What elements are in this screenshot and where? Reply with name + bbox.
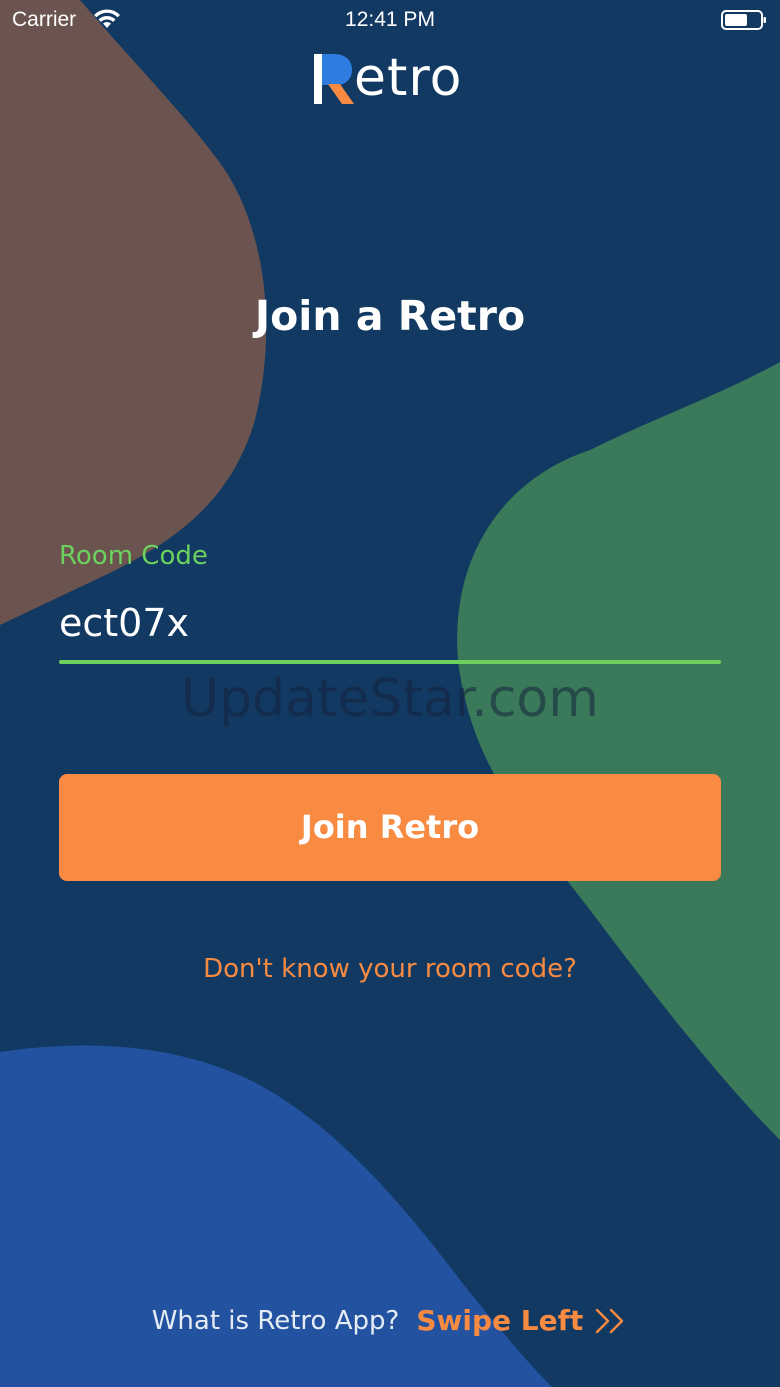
battery-icon (721, 10, 766, 30)
clock-label: 12:41 PM (345, 8, 435, 31)
footer-question: What is Retro App? (151, 1306, 400, 1336)
room-code-label: Room Code (59, 541, 208, 571)
input-underline (59, 660, 721, 664)
status-bar: Carrier 12:41 PM (0, 0, 780, 40)
green-blob-shape (457, 362, 780, 1140)
join-retro-button[interactable]: Join Retro (59, 774, 721, 881)
swipe-left-link[interactable]: Swipe Left (416, 1304, 583, 1337)
room-code-help-link[interactable]: Don't know your room code? (0, 950, 780, 988)
watermark-text: UpdateStar.com (181, 669, 599, 729)
retro-logo-mark-icon (314, 54, 354, 104)
page-title: Join a Retro (254, 292, 526, 340)
retro-logo: etro (312, 48, 472, 112)
room-code-input[interactable] (59, 590, 721, 656)
double-chevron-right-icon (596, 1308, 624, 1334)
footer: What is Retro App? Swipe Left (0, 1300, 780, 1342)
logo-wordmark: etro (354, 48, 463, 108)
